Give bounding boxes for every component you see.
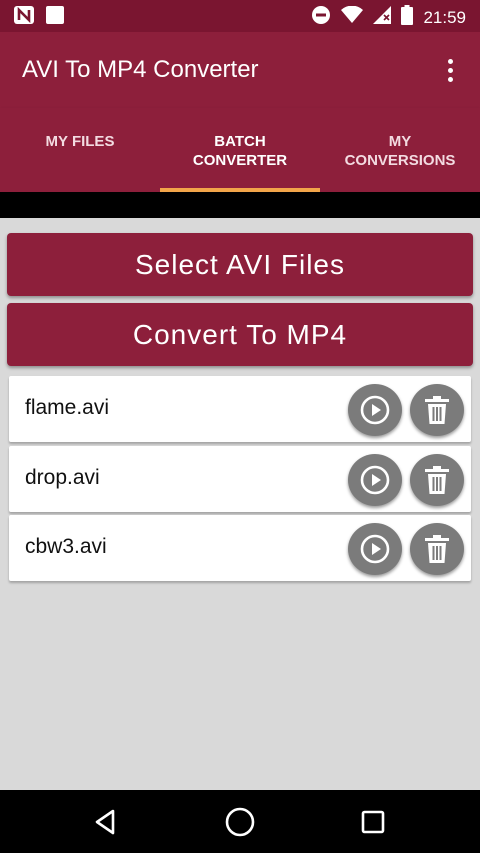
tab-label: MY CONVERSIONS xyxy=(344,133,456,169)
file-name: drop.avi xyxy=(25,466,100,489)
status-bar: 21:59 xyxy=(0,0,480,32)
wifi-icon xyxy=(341,5,364,29)
ad-banner-area xyxy=(0,192,480,218)
play-button[interactable] xyxy=(348,384,402,436)
no-signal-icon xyxy=(373,6,392,29)
status-left-icons xyxy=(14,6,64,29)
tab-my-conversions[interactable]: MY CONVERSIONS xyxy=(320,108,480,192)
convert-to-mp4-button[interactable]: Convert To MP4 xyxy=(7,303,473,366)
file-name: flame.avi xyxy=(25,396,110,419)
list-item: drop.avi xyxy=(9,446,471,512)
delete-button[interactable] xyxy=(410,523,464,575)
play-button[interactable] xyxy=(348,523,402,575)
back-icon[interactable] xyxy=(90,806,122,838)
delete-button[interactable] xyxy=(410,384,464,436)
battery-icon xyxy=(401,5,414,30)
tab-label: BATCH CONVERTER xyxy=(192,133,288,169)
trash-icon xyxy=(425,396,449,424)
tab-my-files[interactable]: MY FILES xyxy=(0,108,160,192)
status-right-icons: 21:59 xyxy=(311,5,466,30)
recents-icon[interactable] xyxy=(357,806,389,838)
play-button[interactable] xyxy=(348,454,402,506)
play-icon xyxy=(360,534,390,564)
n-notification-icon xyxy=(14,6,34,29)
trash-icon xyxy=(425,535,449,563)
tab-bar: MY FILES BATCH CONVERTER MY CONVERSIONS xyxy=(0,108,480,192)
home-icon[interactable] xyxy=(224,806,256,838)
square-notification-icon xyxy=(46,6,64,29)
more-vert-icon[interactable] xyxy=(438,52,462,88)
tab-label: MY FILES xyxy=(45,133,115,150)
select-avi-files-button[interactable]: Select AVI Files xyxy=(7,233,473,296)
tab-batch-converter[interactable]: BATCH CONVERTER xyxy=(160,108,320,192)
batch-converter-panel: Select AVI Files Convert To MP4 flame.av… xyxy=(0,218,480,790)
do-not-disturb-icon xyxy=(311,5,331,30)
play-icon xyxy=(360,395,390,425)
list-item: cbw3.avi xyxy=(9,515,471,581)
delete-button[interactable] xyxy=(410,454,464,506)
app-bar: AVI To MP4 Converter xyxy=(0,32,480,108)
status-time: 21:59 xyxy=(423,7,466,27)
app-title: AVI To MP4 Converter xyxy=(22,56,259,83)
file-name: cbw3.avi xyxy=(25,535,107,558)
list-item: flame.avi xyxy=(9,376,471,442)
system-nav-bar xyxy=(0,790,480,853)
play-icon xyxy=(360,465,390,495)
trash-icon xyxy=(425,466,449,494)
